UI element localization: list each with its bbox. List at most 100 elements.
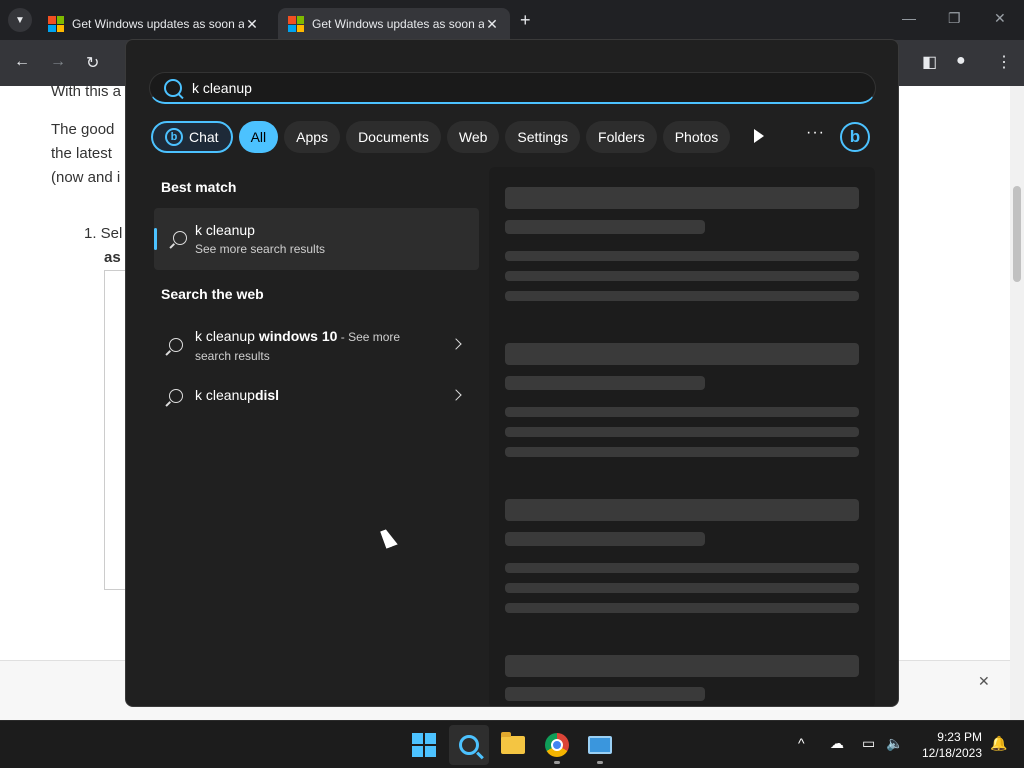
result-subtitle: See more search results <box>195 242 326 256</box>
tab-title: Get Windows updates as soon as <box>72 17 244 31</box>
filter-all[interactable]: All <box>238 121 279 153</box>
scrollbar-thumb[interactable] <box>1013 186 1021 282</box>
filter-photos[interactable]: Photos <box>662 121 731 153</box>
running-indicator <box>554 761 560 764</box>
remote-desktop-icon <box>588 736 612 754</box>
filter-apps[interactable]: Apps <box>284 121 341 153</box>
skeleton-bar <box>505 447 859 457</box>
search-icon <box>164 78 182 97</box>
skeleton-bar <box>505 271 859 281</box>
chevron-down-icon: ▼ <box>15 14 25 26</box>
volume-icon[interactable]: 🔈 <box>886 735 903 752</box>
page-scrollbar[interactable] <box>1010 86 1024 720</box>
skeleton-bar <box>505 532 705 546</box>
minimize-icon[interactable]: — <box>902 10 916 26</box>
page-text-line: as <box>104 249 121 266</box>
filter-label: Chat <box>189 129 219 145</box>
taskbar-remote-desktop[interactable] <box>586 731 614 759</box>
chevron-right-icon <box>450 338 462 350</box>
search-icon <box>169 389 183 403</box>
bing-icon: b <box>165 128 183 146</box>
result-separator: - See more <box>337 330 401 344</box>
new-tab-icon[interactable]: + <box>520 10 531 31</box>
close-icon[interactable]: ✕ <box>978 673 990 690</box>
taskbar-search-button[interactable] <box>449 725 489 765</box>
skeleton-bar <box>505 603 859 613</box>
page-screenshot-image <box>104 270 126 590</box>
filter-documents[interactable]: Documents <box>346 121 441 153</box>
best-match-result[interactable]: k cleanup See more search results <box>154 208 479 270</box>
filter-folders[interactable]: Folders <box>586 121 657 153</box>
play-icon[interactable] <box>754 129 764 143</box>
result-subtitle: search results <box>195 349 270 363</box>
result-title-plain: k cleanup <box>195 387 255 403</box>
profile-icon[interactable]: ● <box>956 52 966 70</box>
mouse-cursor-icon <box>380 527 398 549</box>
microsoft-logo-icon <box>48 16 64 32</box>
skeleton-bar <box>505 376 705 390</box>
menu-icon[interactable]: ⋮ <box>996 52 1012 72</box>
skeleton-bar <box>505 427 859 437</box>
filter-settings[interactable]: Settings <box>505 121 581 153</box>
show-hidden-icons-icon[interactable]: ^ <box>798 735 805 751</box>
taskbar-chrome[interactable] <box>543 731 571 759</box>
skeleton-bar <box>505 187 859 209</box>
taskbar-file-explorer[interactable] <box>499 731 527 759</box>
tab-search-button[interactable]: ▼ <box>8 8 32 32</box>
filter-chat[interactable]: b Chat <box>151 121 233 153</box>
skeleton-bar <box>505 655 859 677</box>
filter-web[interactable]: Web <box>446 121 500 153</box>
filter-label: Settings <box>517 129 569 145</box>
filter-label: Photos <box>674 129 719 145</box>
search-input[interactable] <box>192 79 842 96</box>
back-icon[interactable]: ← <box>14 53 30 71</box>
file-explorer-icon <box>501 732 525 754</box>
result-title-bold: disl <box>254 387 280 403</box>
web-result[interactable]: k cleanup windows 10 - See more search r… <box>154 322 479 368</box>
web-result[interactable]: k cleanupdisl <box>154 380 479 410</box>
forward-icon[interactable]: → <box>50 53 66 71</box>
page-text-line: With this a <box>51 83 122 100</box>
page-text-line: The good <box>51 121 115 138</box>
clock[interactable]: 9:23 PM 12/18/2023 <box>912 729 982 761</box>
start-button[interactable] <box>410 731 438 759</box>
filter-label: Documents <box>358 129 429 145</box>
clock-date: 12/18/2023 <box>921 746 982 760</box>
skeleton-bar <box>505 407 859 417</box>
skeleton-bar <box>505 291 859 301</box>
filter-label: Apps <box>296 129 329 145</box>
preview-pane-loading <box>489 167 875 706</box>
search-icon <box>169 338 183 352</box>
skeleton-bar <box>505 583 859 593</box>
clock-time: 9:23 PM <box>937 730 982 744</box>
skeleton-bar <box>505 343 859 365</box>
network-icon[interactable]: ▭ <box>862 735 875 752</box>
restore-icon[interactable]: ❐ <box>948 10 961 27</box>
tab-2[interactable]: Get Windows updates as soon as ✕ <box>278 8 510 40</box>
search-filters: b Chat All Apps Documents Web Settings F… <box>151 121 731 153</box>
close-icon[interactable]: ✕ <box>244 16 260 33</box>
close-window-icon[interactable]: ✕ <box>994 10 1006 27</box>
reload-icon[interactable]: ↻ <box>86 53 99 73</box>
chevron-right-icon <box>450 389 462 401</box>
chrome-icon <box>545 733 569 757</box>
page-text-line: (now and i <box>51 169 121 186</box>
search-icon <box>173 231 187 245</box>
windows-start-icon <box>412 733 436 757</box>
windows-search-panel: b Chat All Apps Documents Web Settings F… <box>125 39 899 707</box>
best-match-header: Best match <box>161 179 237 195</box>
close-icon[interactable]: ✕ <box>484 16 500 33</box>
side-panel-icon[interactable]: ◧ <box>922 52 937 72</box>
search-icon <box>459 735 479 755</box>
result-title-bold: windows 10 <box>258 328 338 344</box>
more-icon[interactable]: ··· <box>806 124 825 142</box>
notifications-icon[interactable]: 🔔 <box>990 735 1007 752</box>
search-box[interactable] <box>149 72 876 104</box>
browser-tab-bar: ▼ Get Windows updates as soon as ✕ Get W… <box>0 0 1024 40</box>
skeleton-bar <box>505 563 859 573</box>
bing-icon[interactable]: b <box>840 122 870 152</box>
onedrive-icon[interactable]: ☁ <box>830 735 844 752</box>
skeleton-bar <box>505 251 859 261</box>
tab-1[interactable]: Get Windows updates as soon as ✕ <box>38 8 270 40</box>
microsoft-logo-icon <box>288 16 304 32</box>
